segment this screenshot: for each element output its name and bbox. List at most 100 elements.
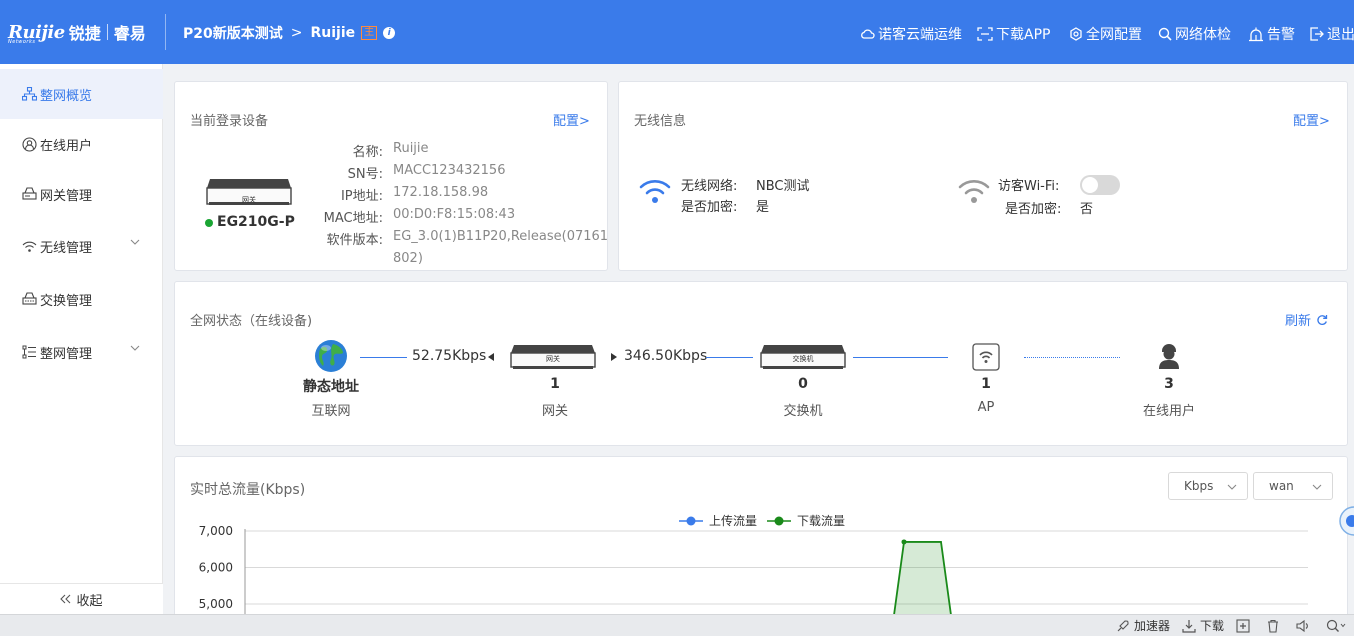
- sidebar-item-gateway[interactable]: 网关管理: [0, 169, 163, 219]
- chart-grid: 7,000 6,000 5,000: [199, 524, 1308, 611]
- alarm-icon: [1249, 27, 1263, 41]
- ruijie-logo[interactable]: Ruijie 锐捷 睿易 Networks: [8, 20, 146, 46]
- field-value-name: Ruijie: [393, 141, 429, 156]
- arrow-right-icon: [611, 353, 617, 361]
- collapse-label: 收起: [76, 593, 103, 609]
- zoom-button[interactable]: [1326, 619, 1350, 633]
- sidebar-item-online-users[interactable]: 在线用户: [0, 119, 163, 169]
- ap-icon[interactable]: [972, 343, 1000, 371]
- sidebar-item-label: 交换管理: [40, 293, 93, 309]
- current-device-card: 当前登录设备 配置> 网关 EG210G-P 名称: Ruijie SN号: M…: [174, 81, 608, 271]
- refresh-label: 刷新: [1285, 314, 1312, 329]
- field-value-mac: 00:D0:F8:15:08:43: [393, 207, 516, 222]
- field-value-ip: 172.18.158.98: [393, 185, 489, 200]
- nav-cloud-ops[interactable]: 诺客云端运维: [860, 24, 962, 44]
- wireless-info-card: 无线信息 配置> 无线网络: NBC测试 是否加密: 是 访客Wi-Fi: 是否…: [618, 81, 1348, 271]
- download-app-icon: [977, 27, 993, 41]
- speaker-button[interactable]: [1296, 619, 1314, 633]
- card-title: 实时总流量(Kbps): [190, 482, 306, 498]
- nav-network-config-label: 全网配置: [1086, 27, 1142, 43]
- speaker-icon: [1296, 619, 1308, 632]
- logo-separator: [106, 24, 108, 40]
- plus-box-icon: [1236, 618, 1250, 633]
- network-check-icon: [1158, 27, 1172, 41]
- ap-label: AP: [977, 400, 995, 415]
- double-chevron-left-icon: [60, 594, 71, 604]
- sidebar-item-wireless[interactable]: 无线管理: [0, 221, 163, 271]
- wireless-encrypt-label: 是否加密:: [681, 200, 738, 215]
- globe-icon: [315, 340, 347, 372]
- sidebar-item-label: 网关管理: [40, 188, 93, 204]
- gateway-label: 网关: [541, 404, 568, 419]
- wifi-gray-icon: [958, 180, 990, 203]
- interface-select-value: wan: [1269, 479, 1294, 493]
- person-icon[interactable]: [1157, 342, 1181, 370]
- trash-button[interactable]: [1266, 619, 1284, 633]
- logo-sub: 睿易: [113, 24, 146, 43]
- gateway-icon: [22, 187, 37, 200]
- nav-download-app[interactable]: 下载APP: [977, 24, 1050, 44]
- card-title: 全网状态（在线设备): [190, 314, 313, 329]
- network-manage-icon: [22, 345, 36, 359]
- wireless-network-value: NBC测试: [756, 179, 810, 194]
- sidebar-item-label: 无线管理: [40, 240, 93, 256]
- browser-status-bar: 加速器 下载: [0, 614, 1354, 636]
- nav-network-check-label: 网络体检: [1175, 27, 1231, 43]
- switch-label: 交换机: [783, 404, 823, 419]
- switch-icon: [22, 292, 37, 305]
- header-divider: [165, 14, 166, 50]
- field-label-ip: IP地址:: [340, 189, 383, 204]
- ap-count[interactable]: 1: [936, 376, 1036, 392]
- accelerator-button[interactable]: 加速器: [1116, 617, 1170, 634]
- sidebar-item-label: 整网概览: [40, 88, 93, 104]
- sidebar-item-overview[interactable]: 整网概览: [0, 69, 163, 119]
- collapse-sidebar-button[interactable]: 收起: [0, 583, 163, 614]
- info-icon[interactable]: i: [383, 27, 396, 39]
- master-tag: 主: [361, 26, 378, 40]
- online-users-count[interactable]: 3: [1119, 376, 1219, 392]
- guest-wifi-label: 访客Wi-Fi:: [998, 179, 1060, 194]
- switch-count[interactable]: 0: [753, 376, 853, 392]
- breadcrumb-project[interactable]: P20新版本测试: [183, 23, 283, 43]
- legend-download-label: 下载流量: [797, 514, 845, 528]
- sidebar-item-label: 在线用户: [40, 138, 93, 154]
- nav-logout[interactable]: 退出: [1309, 24, 1354, 44]
- switch-device-text: 交换机: [792, 355, 814, 363]
- field-label-software: 软件版本:: [326, 233, 383, 248]
- cloud-icon: [861, 29, 875, 39]
- gateway-count[interactable]: 1: [505, 376, 605, 392]
- wireless-config-link[interactable]: 配置>: [1293, 110, 1330, 129]
- interface-select[interactable]: wan: [1253, 472, 1333, 500]
- nav-alarm-label: 告警: [1267, 27, 1295, 43]
- nav-network-config[interactable]: 全网配置: [1069, 24, 1142, 44]
- download-button[interactable]: 下载: [1182, 617, 1224, 634]
- device-config-link[interactable]: 配置>: [553, 110, 590, 129]
- nav-network-check[interactable]: 网络体检: [1158, 24, 1231, 44]
- field-label-mac: MAC地址:: [323, 211, 383, 226]
- download-label: 下载: [1199, 619, 1224, 633]
- link-ap-users: [1024, 357, 1120, 358]
- nav-alarm[interactable]: 告警: [1248, 24, 1295, 44]
- field-label-sn: SN号:: [347, 167, 383, 182]
- internet-value: 静态地址: [303, 379, 359, 395]
- guest-encrypt-value: 否: [1080, 202, 1094, 217]
- breadcrumb-device[interactable]: Ruijie: [310, 25, 355, 41]
- download-data-point[interactable]: [901, 539, 907, 545]
- chevron-down-icon: [130, 239, 140, 245]
- legend-download-marker: [774, 516, 784, 526]
- topology-icon: [22, 87, 37, 101]
- upload-rate: 52.75Kbps: [412, 348, 487, 364]
- sidebar-item-switch[interactable]: 交换管理: [0, 274, 163, 324]
- wireless-network-label: 无线网络:: [681, 179, 738, 194]
- refresh-button[interactable]: 刷新: [1285, 310, 1328, 329]
- sidebar-item-network-manage[interactable]: 整网管理: [0, 327, 163, 377]
- floating-assistant-icon[interactable]: [1336, 506, 1354, 536]
- gateway-device-text: 网关: [546, 355, 560, 363]
- field-value-software-cont: 802): [393, 251, 423, 266]
- guest-wifi-toggle[interactable]: [1080, 175, 1120, 195]
- legend-upload-label: 上传流量: [709, 513, 757, 528]
- unit-select[interactable]: Kbps: [1168, 472, 1248, 500]
- nav-cloud-ops-label: 诺客云端运维: [878, 27, 962, 43]
- plus-box-button[interactable]: [1236, 618, 1254, 633]
- accelerator-label: 加速器: [1133, 619, 1170, 633]
